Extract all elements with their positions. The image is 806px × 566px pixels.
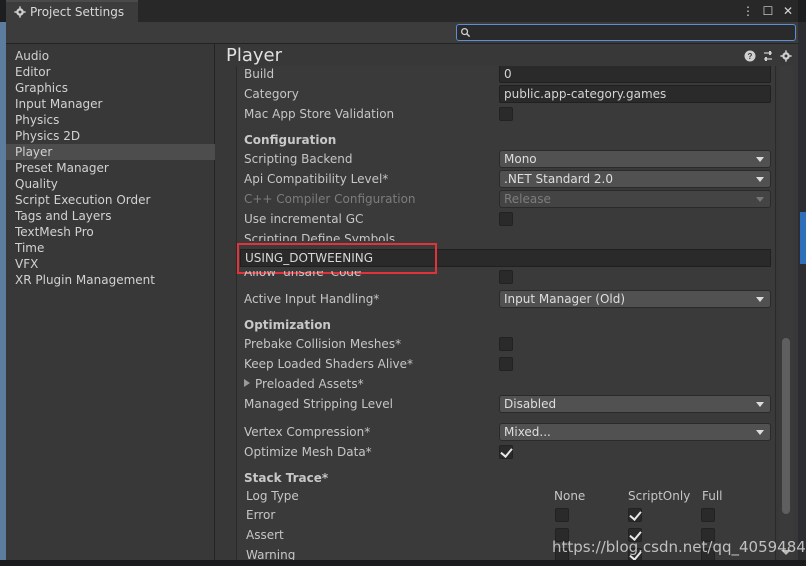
background-bottom-edge — [0, 560, 806, 566]
sidebar-item-graphics[interactable]: Graphics — [6, 80, 215, 96]
scrollbar-thumb[interactable] — [782, 338, 790, 514]
sidebar-item-physics-2d[interactable]: Physics 2D — [6, 128, 215, 144]
build-label: Build — [244, 67, 275, 81]
active-input-dropdown[interactable]: Input Manager (Old) — [499, 290, 771, 308]
warning-label: Warning — [246, 548, 296, 560]
vertex-compression-value: Mixed... — [504, 425, 551, 439]
keep-shaders-label: Keep Loaded Shaders Alive* — [244, 357, 414, 371]
chevron-down-icon — [756, 430, 764, 435]
prebake-label: Prebake Collision Meshes* — [244, 337, 402, 351]
sidebar-list: Audio Editor Graphics Input Manager Physics P… — [6, 48, 215, 288]
api-compat-label: Api Compatibility Level* — [244, 172, 389, 186]
sidebar-item-tags-and-layers[interactable]: Tags and Layers — [6, 208, 215, 224]
more-menu-icon[interactable]: ⋮ — [742, 2, 754, 20]
incremental-gc-label: Use incremental GC — [244, 212, 364, 226]
svg-text:?: ? — [748, 52, 753, 61]
tab-project-settings[interactable]: Project Settings — [6, 0, 138, 22]
cpp-compiler-value: Release — [504, 192, 551, 206]
scripting-backend-dropdown[interactable]: Mono — [499, 150, 771, 168]
mac-app-store-label: Mac App Store Validation — [244, 107, 395, 121]
tab-label: Project Settings — [30, 5, 125, 19]
full-header: Full — [702, 489, 723, 503]
help-icon[interactable]: ? — [744, 50, 756, 62]
player-settings-panel: Player ? Build 0 Category public.app-cat… — [216, 44, 798, 560]
keep-shaders-checkbox[interactable] — [499, 357, 513, 371]
optimization-heading: Optimization — [244, 318, 331, 332]
scripting-backend-label: Scripting Backend — [244, 152, 353, 166]
title-bar: Project Settings ⋮ ☐ ✕ — [6, 0, 798, 22]
sidebar-item-player[interactable]: Player — [6, 144, 215, 160]
chevron-down-icon — [756, 177, 764, 182]
stack-trace-heading: Stack Trace* — [244, 471, 329, 485]
sidebar-item-preset-manager[interactable]: Preset Manager — [6, 160, 215, 176]
project-settings-window: Project Settings ⋮ ☐ ✕ Audio Editor Graphi… — [6, 0, 798, 560]
sidebar-item-quality[interactable]: Quality — [6, 176, 215, 192]
settings-icon[interactable] — [780, 50, 792, 62]
preloaded-assets-label: Preloaded Assets* — [255, 377, 364, 391]
sidebar-item-xr-plugin-management[interactable]: XR Plugin Management — [6, 272, 215, 288]
none-header: None — [554, 489, 586, 503]
prebake-checkbox[interactable] — [499, 337, 513, 351]
configuration-heading: Configuration — [244, 133, 337, 147]
assert-label: Assert — [246, 528, 284, 542]
optimize-mesh-checkbox[interactable] — [499, 445, 513, 459]
scriptonly-header: ScriptOnly — [628, 489, 691, 503]
annotation-highlight-box — [237, 243, 437, 274]
sidebar-item-vfx[interactable]: VFX — [6, 256, 215, 272]
mac-app-store-checkbox[interactable] — [499, 107, 513, 121]
cpp-compiler-label: C++ Compiler Configuration — [244, 192, 416, 206]
gear-icon — [14, 6, 26, 18]
settings-sidebar: Audio Editor Graphics Input Manager Physics P… — [6, 44, 215, 560]
search-input[interactable] — [456, 24, 796, 41]
stripping-value: Disabled — [504, 397, 557, 411]
watermark-text: https://blog.csdn.net/qq_40594848 — [552, 538, 806, 556]
sidebar-item-audio[interactable]: Audio — [6, 48, 215, 64]
chevron-down-icon — [756, 297, 764, 302]
chevron-down-icon — [756, 197, 764, 202]
chevron-down-icon — [756, 157, 764, 162]
error-none-checkbox[interactable] — [555, 508, 569, 522]
allow-unsafe-label: Allow 'unsafe' Code — [244, 271, 362, 279]
category-field[interactable]: public.app-category.games — [499, 85, 771, 103]
category-label: Category — [244, 87, 299, 101]
sidebar-item-script-execution-order[interactable]: Script Execution Order — [6, 192, 215, 208]
api-compat-value: .NET Standard 2.0 — [504, 172, 614, 186]
incremental-gc-checkbox[interactable] — [499, 212, 513, 226]
log-type-header: Log Type — [246, 489, 299, 503]
error-scriptonly-checkbox[interactable] — [628, 508, 642, 522]
cpp-compiler-dropdown: Release — [499, 190, 771, 208]
foldout-arrow-icon — [244, 379, 250, 387]
vertex-compression-dropdown[interactable]: Mixed... — [499, 423, 771, 441]
active-input-value: Input Manager (Old) — [504, 292, 626, 306]
preloaded-assets-foldout[interactable]: Preloaded Assets* — [244, 376, 364, 392]
sidebar-item-textmesh-pro[interactable]: TextMesh Pro — [6, 224, 215, 240]
vertical-scrollbar[interactable] — [779, 66, 793, 560]
background-selection-strip — [800, 212, 806, 264]
error-full-checkbox[interactable] — [701, 508, 715, 522]
define-symbols-label: Scripting Define Symbols — [244, 232, 396, 241]
stripping-label: Managed Stripping Level — [244, 397, 393, 411]
error-label: Error — [246, 508, 276, 522]
optimize-mesh-label: Optimize Mesh Data* — [244, 445, 372, 459]
sidebar-item-editor[interactable]: Editor — [6, 64, 215, 80]
sidebar-item-physics[interactable]: Physics — [6, 112, 215, 128]
api-compat-dropdown[interactable]: .NET Standard 2.0 — [499, 170, 771, 188]
close-icon[interactable]: ✕ — [782, 2, 794, 20]
toolbar — [6, 22, 798, 44]
stripping-dropdown[interactable]: Disabled — [499, 395, 771, 413]
scripting-backend-value: Mono — [504, 152, 537, 166]
maximize-icon[interactable]: ☐ — [762, 2, 774, 20]
search-icon — [461, 28, 471, 38]
vertex-compression-label: Vertex Compression* — [244, 425, 371, 439]
sidebar-item-time[interactable]: Time — [6, 240, 215, 256]
page-title: Player — [226, 45, 283, 66]
sidebar-item-input-manager[interactable]: Input Manager — [6, 96, 215, 112]
presets-icon[interactable] — [762, 50, 774, 62]
settings-content: Build 0 Category public.app-category.gam… — [236, 66, 776, 560]
active-input-label: Active Input Handling* — [244, 292, 380, 306]
allow-unsafe-checkbox[interactable] — [499, 270, 513, 284]
chevron-down-icon — [756, 402, 764, 407]
build-field[interactable]: 0 — [499, 66, 771, 83]
